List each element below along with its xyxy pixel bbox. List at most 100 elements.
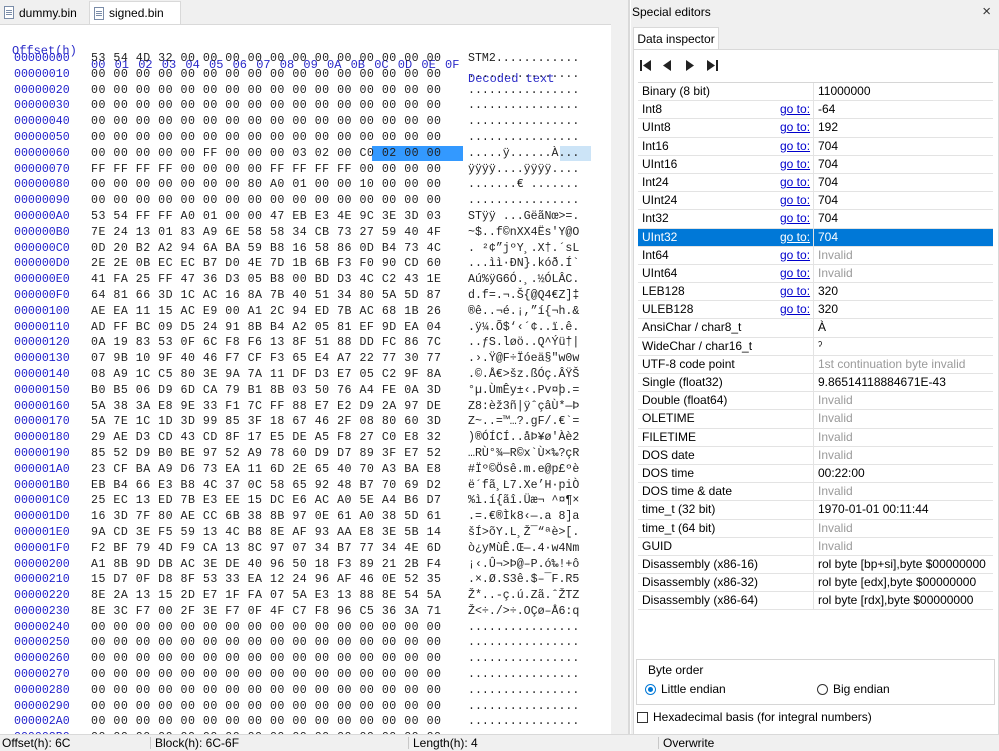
hex-row[interactable]: 000001C0 25 EC 13 ED 7B E3 EE 15 DC E6 AC… bbox=[0, 493, 620, 509]
inspector-row[interactable]: UInt32 go to: 704 bbox=[638, 228, 993, 247]
row-bytes[interactable]: 00 00 00 00 00 00 00 00 00 00 00 00 00 0… bbox=[91, 114, 442, 130]
row-bytes[interactable]: 2E 2E 0B EC EC B7 D0 4E 7D 1B 6B F3 F0 9… bbox=[91, 256, 442, 272]
row-decoded-text[interactable]: ................ bbox=[468, 67, 579, 83]
row-decoded-text[interactable]: ®ê..¬é.¡,”í{¬h.& bbox=[468, 304, 579, 320]
inspector-row[interactable]: Int16 go to: 704 bbox=[638, 137, 993, 156]
pane-splitter[interactable] bbox=[628, 0, 630, 734]
row-decoded-text[interactable]: …RÙ°¾—R©x`Ù×‰?çR bbox=[468, 446, 579, 462]
row-bytes[interactable]: 00 00 00 00 00 00 00 00 00 00 00 00 00 0… bbox=[91, 667, 442, 683]
hex-row[interactable]: 000000D0 2E 2E 0B EC EC B7 D0 4E 7D 1B 6B… bbox=[0, 256, 620, 272]
hex-row[interactable]: 000001D0 16 3D 7F 80 AE CC 6B 38 8B 97 0E… bbox=[0, 509, 620, 525]
row-decoded-text[interactable]: ................ bbox=[468, 667, 579, 683]
row-decoded-text[interactable]: Aú%ÿG6Ó.¸.½ÓLÂC. bbox=[468, 272, 579, 288]
inspector-row-value[interactable]: À bbox=[818, 319, 826, 336]
go-to-link[interactable]: go to: bbox=[780, 283, 810, 300]
hex-row[interactable]: 00000160 5A 38 3A E8 9E 33 F1 7C FF 88 E7… bbox=[0, 399, 620, 415]
inspector-row-value[interactable]: 1st continuation byte invalid bbox=[818, 356, 965, 373]
hexadecimal-basis-checkbox[interactable]: Hexadecimal basis (for integral numbers) bbox=[637, 710, 872, 724]
row-decoded-text[interactable]: ~$..f©nXX4Ës'Y@O bbox=[468, 225, 579, 241]
inspector-row-value[interactable]: Invalid bbox=[818, 410, 853, 427]
tab-data-inspector[interactable]: Data inspector bbox=[633, 27, 719, 50]
hex-row[interactable]: 00000210 15 D7 0F D8 8F 53 33 EA 12 24 96… bbox=[0, 572, 620, 588]
row-bytes[interactable]: 00 00 00 00 00 00 00 00 00 00 00 00 00 0… bbox=[91, 620, 442, 636]
row-bytes[interactable]: 00 00 00 00 00 00 00 00 00 00 00 00 00 0… bbox=[91, 651, 442, 667]
inspector-row-value[interactable]: Invalid bbox=[818, 429, 853, 446]
row-decoded-text[interactable]: .ÿ¼.Õ$‘‹´¢..ï.ê. bbox=[468, 320, 579, 336]
row-decoded-text[interactable]: STÿÿ ...GëãNœ>=. bbox=[468, 209, 579, 225]
hex-row[interactable]: 000000C0 0D 20 B2 A2 94 6A BA 59 B8 16 58… bbox=[0, 241, 620, 257]
row-decoded-text[interactable]: ÿÿÿÿ....ÿÿÿÿ.... bbox=[468, 162, 579, 178]
hex-row[interactable]: 00000080 00 00 00 00 00 00 00 80 A0 01 00… bbox=[0, 177, 620, 193]
row-bytes[interactable]: A1 8B 9D DB AC 3E DE 40 96 50 18 F3 89 2… bbox=[91, 557, 442, 573]
row-bytes[interactable]: 53 54 FF FF A0 01 00 00 47 EB E3 4E 9C 3… bbox=[91, 209, 442, 225]
row-bytes[interactable]: AE EA 11 15 AC E9 00 A1 2C 94 ED 7B AC 6… bbox=[91, 304, 442, 320]
row-decoded-text[interactable]: °µ.ÙmÊy±‹.Pv¤þ.= bbox=[468, 383, 579, 399]
inspector-row-value[interactable]: Invalid bbox=[818, 392, 853, 409]
inspector-row[interactable]: ULEB128 go to: 320 bbox=[638, 301, 993, 320]
inspector-row-value[interactable]: 704 bbox=[818, 192, 838, 209]
row-decoded-text[interactable]: ...ìì·ÐN}.kóð.Í` bbox=[468, 256, 579, 272]
inspector-row-value[interactable]: 320 bbox=[818, 301, 838, 318]
hex-row[interactable]: 00000120 0A 19 83 53 0F 6C F8 F6 13 8F 51… bbox=[0, 335, 620, 351]
row-decoded-text[interactable]: ................ bbox=[468, 683, 579, 699]
inspector-row[interactable]: DOS time & date Invalid bbox=[638, 483, 993, 502]
hex-row[interactable]: 00000130 07 9B 10 9F 40 46 F7 CF F3 65 E4… bbox=[0, 351, 620, 367]
hex-row[interactable]: 000002A0 00 00 00 00 00 00 00 00 00 00 00… bbox=[0, 714, 620, 730]
inspector-row-value[interactable]: rol byte [edx],byte $00000000 bbox=[818, 574, 976, 591]
hex-row[interactable]: 000001A0 23 CF BA A9 D6 73 EA 11 6D 2E 65… bbox=[0, 462, 620, 478]
row-decoded-text[interactable]: Ž<÷./>÷.OÇø–Å6:q bbox=[468, 604, 579, 620]
row-bytes[interactable]: 15 D7 0F D8 8F 53 33 EA 12 24 96 AF 46 0… bbox=[91, 572, 442, 588]
row-bytes[interactable]: 5A 38 3A E8 9E 33 F1 7C FF 88 E7 E2 D9 2… bbox=[91, 399, 442, 415]
hex-row[interactable]: 00000200 A1 8B 9D DB AC 3E DE 40 96 50 18… bbox=[0, 557, 620, 573]
next-icon[interactable] bbox=[683, 57, 697, 73]
inspector-row[interactable]: Binary (8 bit) 11000000 bbox=[638, 83, 993, 102]
go-to-link[interactable]: go to: bbox=[780, 192, 810, 209]
hex-row[interactable]: 00000260 00 00 00 00 00 00 00 00 00 00 00… bbox=[0, 651, 620, 667]
row-decoded-text[interactable]: ................ bbox=[468, 130, 579, 146]
inspector-row[interactable]: time_t (64 bit) Invalid bbox=[638, 519, 993, 538]
hex-row[interactable]: 00000190 85 52 D9 B0 BE 97 52 A9 78 60 D9… bbox=[0, 446, 620, 462]
row-decoded-text[interactable]: ................ bbox=[468, 193, 579, 209]
hex-row[interactable]: 00000040 00 00 00 00 00 00 00 00 00 00 00… bbox=[0, 114, 620, 130]
row-bytes[interactable]: 00 00 00 00 00 00 00 00 00 00 00 00 00 0… bbox=[91, 98, 442, 114]
row-bytes[interactable]: 00 00 00 00 00 00 00 00 00 00 00 00 00 0… bbox=[91, 130, 442, 146]
row-bytes[interactable]: 25 EC 13 ED 7B E3 EE 15 DC E6 AC A0 5E A… bbox=[91, 493, 442, 509]
hex-row[interactable]: 00000270 00 00 00 00 00 00 00 00 00 00 00… bbox=[0, 667, 620, 683]
inspector-row-value[interactable]: rol byte [bp+si],byte $00000000 bbox=[818, 556, 986, 573]
hex-row[interactable]: 00000050 00 00 00 00 00 00 00 00 00 00 00… bbox=[0, 130, 620, 146]
inspector-row[interactable]: Disassembly (x86-32) rol byte [edx],byte … bbox=[638, 574, 993, 593]
hex-row[interactable]: 00000170 5A 7E 1C 1D 3D 99 85 3F 18 67 46… bbox=[0, 414, 620, 430]
hex-row[interactable]: 00000220 8E 2A 13 15 2D E7 1F FA 07 5A E3… bbox=[0, 588, 620, 604]
hex-row[interactable]: 00000010 00 00 00 00 00 00 00 00 00 00 00… bbox=[0, 67, 620, 83]
row-decoded-text[interactable]: Ž*..-ç.ú.Zã.ˆŽTZ bbox=[468, 588, 579, 604]
row-bytes[interactable]: 00 00 00 00 00 00 00 00 00 00 00 00 00 0… bbox=[91, 683, 442, 699]
row-bytes[interactable]: 5A 7E 1C 1D 3D 99 85 3F 18 67 46 2F 08 8… bbox=[91, 414, 442, 430]
inspector-row[interactable]: UTF-8 code point 1st continuation byte in… bbox=[638, 355, 993, 374]
hex-row[interactable]: 00000100 AE EA 11 15 AC E9 00 A1 2C 94 ED… bbox=[0, 304, 620, 320]
inspector-row[interactable]: Int8 go to: -64 bbox=[638, 101, 993, 120]
inspector-row[interactable]: Disassembly (x86-16) rol byte [bp+si],byt… bbox=[638, 555, 993, 575]
row-bytes[interactable]: 00 00 00 00 00 00 00 00 00 00 00 00 00 0… bbox=[91, 714, 442, 730]
inspector-row[interactable]: UInt24 go to: 704 bbox=[638, 192, 993, 211]
inspector-row-value[interactable]: rol byte [rdx],byte $00000000 bbox=[818, 592, 973, 609]
row-decoded-text[interactable]: . ²¢”jºY¸.X†.´sL bbox=[468, 241, 579, 257]
row-bytes[interactable]: 00 00 00 00 00 00 00 00 00 00 00 00 00 0… bbox=[91, 699, 442, 715]
row-decoded-text[interactable]: .›.Ÿ@F÷Ïóeä§"w0w bbox=[468, 351, 579, 367]
inspector-row-value[interactable]: 704 bbox=[818, 156, 838, 173]
row-decoded-text[interactable]: .....ÿ......À... bbox=[468, 146, 579, 162]
little-endian-radio[interactable]: Little endian bbox=[645, 682, 726, 696]
inspector-row[interactable]: WideChar / char16_t ˀ bbox=[638, 337, 993, 356]
inspector-row[interactable]: Double (float64) Invalid bbox=[638, 392, 993, 411]
hex-row[interactable]: 00000150 B0 B5 06 D9 6D CA 79 B1 8B 03 50… bbox=[0, 383, 620, 399]
inspector-row-value[interactable]: ˀ bbox=[818, 338, 822, 355]
hex-row[interactable]: 00000250 00 00 00 00 00 00 00 00 00 00 00… bbox=[0, 635, 620, 651]
inspector-row[interactable]: Single (float32) 9.86514118884671E-43 bbox=[638, 374, 993, 393]
row-bytes[interactable]: EB B4 66 E3 B8 4C 37 0C 58 65 92 48 B7 7… bbox=[91, 478, 442, 494]
hex-row[interactable]: 00000000 53 54 4D 32 00 00 00 00 00 00 00… bbox=[0, 51, 620, 67]
hex-row[interactable]: 000000A0 53 54 FF FF A0 01 00 00 47 EB E3… bbox=[0, 209, 620, 225]
inspector-row-value[interactable]: Invalid bbox=[818, 520, 853, 537]
previous-icon[interactable] bbox=[661, 57, 675, 73]
big-endian-radio[interactable]: Big endian bbox=[817, 682, 890, 696]
row-bytes[interactable]: FF FF FF FF 00 00 00 00 FF FF FF FF 00 0… bbox=[91, 162, 442, 178]
inspector-row-value[interactable]: Invalid bbox=[818, 447, 853, 464]
